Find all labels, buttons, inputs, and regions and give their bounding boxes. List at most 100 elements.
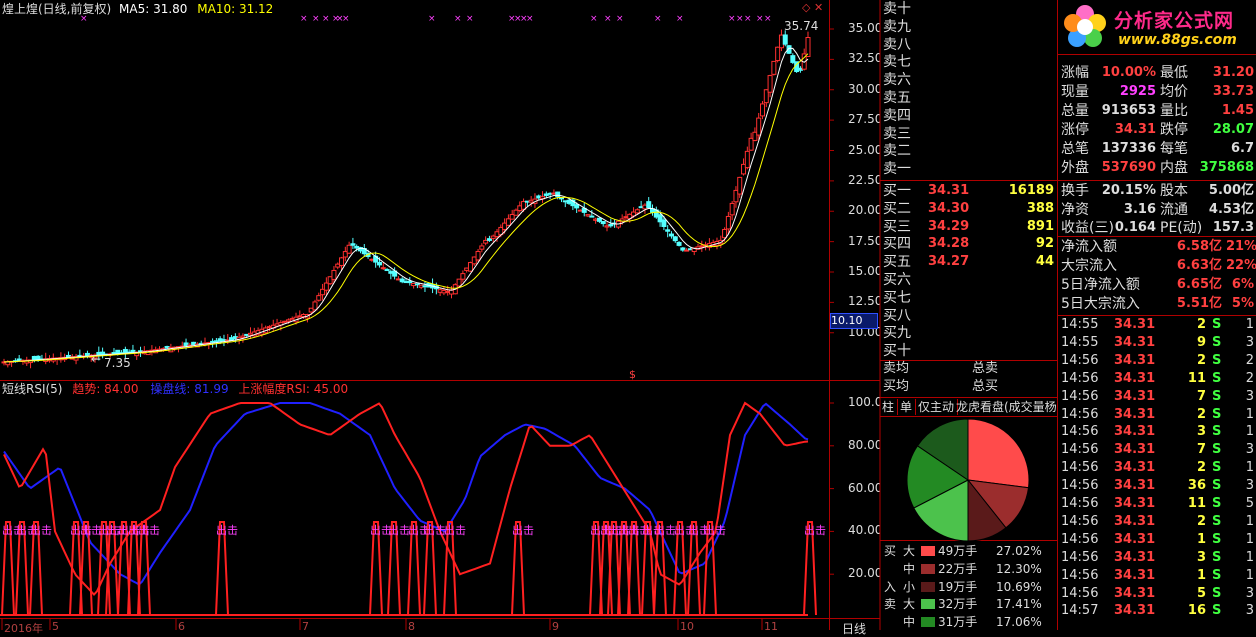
signal-label: 出击: [30, 523, 52, 537]
period-label[interactable]: 日线: [842, 620, 866, 637]
buy-level-label[interactable]: 买十: [883, 342, 911, 360]
kline-chart[interactable]: × × × × ××× × × × ×××× × × × × × × × × × ×出击出击出击 出击出击出击出击出击…: [0, 0, 880, 630]
tick-volume: 9: [1196, 334, 1206, 350]
tick-price: 34.31: [1114, 352, 1156, 368]
sell-level-label[interactable]: 卖七: [883, 53, 911, 71]
candle-body: [767, 75, 773, 93]
tick-count: 1: [1245, 460, 1254, 476]
sell-level-label[interactable]: 卖十: [883, 0, 911, 18]
candle-body: [486, 238, 492, 241]
tick-count: 1: [1245, 424, 1254, 440]
signal-mark: ×: [676, 14, 684, 24]
sell-level-label[interactable]: 卖四: [883, 107, 911, 125]
candle-body: [384, 269, 390, 272]
money-size-label: 小: [903, 579, 916, 594]
money-side-label: 卖: [884, 597, 897, 612]
buy-level-label[interactable]: 买四: [883, 235, 911, 253]
sell-level-label[interactable]: 卖九: [883, 18, 911, 36]
tick-count: 5: [1245, 496, 1254, 511]
candle-body: [456, 278, 462, 287]
sell-level-label[interactable]: 卖八: [883, 36, 911, 54]
tick-count: 3: [1245, 585, 1254, 601]
buy-level-price: 34.30: [928, 200, 970, 216]
chart-header: 煌上煌(日线,前复权) MA5: 31.80 MA10: 31.12: [2, 0, 273, 18]
tick-side: S: [1212, 388, 1222, 404]
buy-level-label[interactable]: 买七: [883, 289, 911, 307]
ma10-label: MA10: 31.12: [197, 2, 274, 16]
money-percent: 17.41%: [996, 597, 1042, 612]
quote-label: 换手: [1061, 183, 1089, 199]
dollar-marker: $: [629, 368, 636, 381]
flow-percent: 21%: [1226, 239, 1256, 254]
flow-label: 大宗流入: [1061, 258, 1117, 274]
ma5-label: MA5: 31.80: [119, 2, 188, 16]
panel-tab[interactable]: 单: [900, 399, 917, 415]
price-tick-label: 20.00: [848, 203, 883, 218]
panel-tab[interactable]: 龙虎看盘(成交量杨: [956, 399, 1056, 415]
quote-value-2: 375868: [1199, 160, 1254, 175]
tick-price: 34.31: [1114, 370, 1156, 386]
money-percent: 17.06%: [996, 615, 1042, 630]
sell-level-label[interactable]: 卖二: [883, 142, 911, 160]
sell-total-label: 总卖: [972, 361, 999, 376]
candle-body: [475, 250, 481, 261]
tick-volume: 11: [1187, 496, 1206, 511]
chart-corner-icon[interactable]: ◇ ✕: [802, 1, 823, 14]
sell-level-label[interactable]: 卖五: [883, 89, 911, 107]
rsi-tick-label: 20.00: [848, 566, 883, 581]
candle-body: [574, 204, 580, 209]
buy-level-label[interactable]: 买二: [883, 200, 911, 218]
quote-value-2: 5.00亿: [1208, 183, 1254, 198]
tick-volume: 1: [1196, 567, 1206, 583]
tick-count: 2: [1245, 370, 1254, 386]
buy-level-label[interactable]: 买六: [883, 271, 911, 289]
signal-label: 出击: [654, 523, 676, 537]
tick-volume: 3: [1196, 549, 1206, 565]
panel-tab[interactable]: 仅主动: [918, 399, 959, 415]
candle-body: [676, 241, 682, 246]
tick-price: 34.31: [1114, 549, 1156, 565]
money-color-swatch: [921, 599, 935, 610]
high-price-note: 35.74: [784, 19, 819, 33]
price-tick-label: 22.50: [848, 172, 883, 187]
flower-logo-icon: [1062, 4, 1108, 50]
quote-label-2: 均价: [1160, 84, 1188, 100]
buy-level-label[interactable]: 买一: [883, 182, 911, 200]
buy-level-label[interactable]: 买五: [883, 253, 911, 271]
site-logo[interactable]: 分析家公式网 www.88gs.com: [1058, 0, 1256, 54]
tick-time: 14:56: [1061, 388, 1099, 404]
candle-body: [722, 228, 728, 239]
tick-price: 34.31: [1114, 424, 1156, 440]
tick-side: S: [1212, 549, 1222, 565]
buy-level-label[interactable]: 买三: [883, 218, 911, 236]
sell-level-label[interactable]: 卖一: [883, 160, 911, 178]
quote-value: 10.00%: [1101, 65, 1156, 80]
low-arrow-icon: ←: [91, 352, 102, 366]
flow-percent: 6%: [1231, 277, 1254, 292]
quote-label-2: 流通: [1160, 201, 1188, 218]
money-color-swatch: [921, 563, 935, 574]
tick-side: S: [1212, 585, 1222, 601]
tick-price: 34.31: [1114, 567, 1156, 583]
money-size-label: 中: [903, 615, 916, 630]
signal-mark: ×: [466, 14, 474, 24]
buy-level-label[interactable]: 买八: [883, 307, 911, 325]
buy-level-price: 34.31: [928, 183, 970, 198]
candle-body: [782, 34, 788, 45]
candle-body: [596, 217, 602, 222]
sell-avg-label: 卖均: [883, 361, 910, 376]
panel-tab[interactable]: 柱: [882, 399, 899, 415]
tick-time: 14:56: [1061, 567, 1099, 583]
signal-mark: ×: [736, 14, 744, 24]
sell-level-label[interactable]: 卖三: [883, 125, 911, 143]
indicator-header: 短线RSI(5) 趋势: 84.00 操盘线: 81.99 上涨幅度RSI: 4…: [2, 380, 348, 398]
tick-time: 14:56: [1061, 406, 1099, 422]
sell-level-label[interactable]: 卖六: [883, 71, 911, 89]
buy-level-volume: [1000, 289, 1054, 307]
tick-time: 14:56: [1061, 496, 1099, 511]
date-tick-label: 10: [680, 620, 694, 633]
buy-level-label[interactable]: 买九: [883, 324, 911, 342]
candle-body: [555, 191, 561, 198]
quote-label: 涨停: [1061, 122, 1089, 138]
tick-side: S: [1212, 496, 1222, 511]
